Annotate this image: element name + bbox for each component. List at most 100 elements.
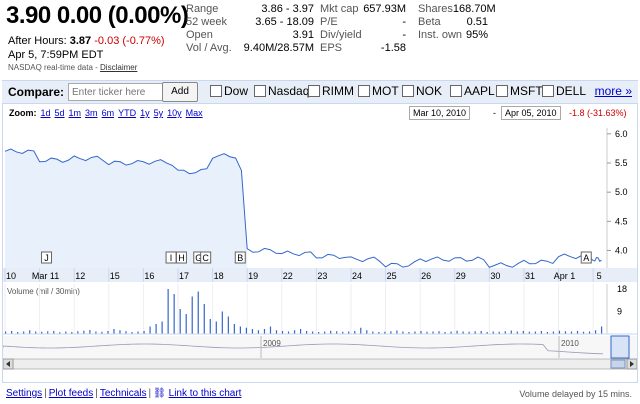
stat-row: Range 3.86 - 3.97 xyxy=(186,3,314,16)
volume-bar xyxy=(293,330,296,334)
x-tick-label: 10 xyxy=(6,271,16,281)
overview-selection-handle[interactable] xyxy=(610,335,630,359)
stat-row: Inst. own 95% xyxy=(418,29,488,42)
x-tick-label: 30 xyxy=(490,271,500,281)
ticker-label: MOT xyxy=(372,84,399,98)
zoom-option[interactable]: 6m xyxy=(102,108,115,118)
stat-label: Vol / Avg. xyxy=(186,42,232,54)
range-to[interactable]: Apr 05, 2010 xyxy=(501,106,561,120)
volume-bar xyxy=(275,330,278,334)
checkbox[interactable] xyxy=(210,85,222,97)
range-from[interactable]: Mar 10, 2010 xyxy=(409,106,471,120)
checkbox[interactable] xyxy=(254,85,266,97)
zoom-option[interactable]: 5d xyxy=(55,108,65,118)
volume-bar xyxy=(257,330,260,334)
x-tick-label: Mar 11 xyxy=(32,271,59,281)
stat-row: EPS -1.58 xyxy=(320,42,406,55)
news-marker[interactable]: A xyxy=(580,251,592,264)
y-tick-label: 5.5 xyxy=(615,158,628,168)
x-tick-label: Apr 1 xyxy=(554,271,576,281)
disclaimer-link[interactable]: Disclaimer xyxy=(100,63,137,72)
stat-label: Shares xyxy=(418,3,453,15)
zoom-option[interactable]: Max xyxy=(186,108,203,118)
volume-bar xyxy=(233,324,235,334)
stat-value: - xyxy=(402,29,406,41)
zoom-option[interactable]: 1m xyxy=(69,108,82,118)
ticker-input[interactable] xyxy=(68,83,164,101)
marker-label: I xyxy=(170,253,173,263)
compare-ticker[interactable]: MSFT xyxy=(496,84,543,98)
checkbox[interactable] xyxy=(308,85,320,97)
x-tick-label: 12 xyxy=(75,271,85,281)
stat-row: P/E - xyxy=(320,16,406,29)
zoom-option[interactable]: 1d xyxy=(41,108,51,118)
x-tick-label: 26 xyxy=(421,271,431,281)
quote-change: 0.00 (0.00%) xyxy=(56,2,189,29)
volume-bar xyxy=(239,326,241,334)
x-tick-label: 15 xyxy=(110,271,120,281)
zoom-option[interactable]: 10y xyxy=(167,108,182,118)
range-dash: - xyxy=(493,108,496,118)
volume-bar xyxy=(215,321,217,334)
checkbox[interactable] xyxy=(450,85,462,97)
stat-row: Div/yield - xyxy=(320,29,406,42)
add-button[interactable]: Add xyxy=(162,82,198,102)
stat-value: 3.91 xyxy=(292,29,314,41)
compare-ticker[interactable]: DELL xyxy=(542,84,586,98)
zoom-bar: Zoom: 1d 5d 1m 3m 6m YTD 1y 5y 10y Max xyxy=(9,108,203,118)
ticker-label: AAPL xyxy=(464,84,495,98)
volume-bar xyxy=(221,311,223,334)
volume-bar xyxy=(185,314,187,334)
footer-links: Settings | Plot feeds | Technicals | ⛓ Link to… xyxy=(6,388,242,399)
settings-link[interactable]: Settings xyxy=(6,388,42,399)
volume-label: Volume (mil / 30min) xyxy=(7,287,80,296)
x-tick-label: 19 xyxy=(248,271,258,281)
volume-bar xyxy=(594,330,597,334)
news-marker[interactable]: H xyxy=(175,251,187,264)
compare-ticker[interactable]: NOK xyxy=(402,84,442,98)
x-tick-label: 23 xyxy=(317,271,327,281)
link-to-chart[interactable]: Link to this chart xyxy=(169,388,242,399)
stat-value: 0.51 xyxy=(466,16,488,28)
news-marker[interactable]: C xyxy=(200,251,212,264)
volume-bar xyxy=(113,329,115,334)
volume-bar xyxy=(161,321,163,334)
price-chart[interactable]: 6.05.55.04.54.0J I H G C B A10 Mar 11 12 15 16 17 18… xyxy=(3,120,637,382)
x-tick-label: 17 xyxy=(179,271,189,281)
compare-ticker[interactable]: MOT xyxy=(358,84,399,98)
checkbox[interactable] xyxy=(542,85,554,97)
stat-value: - xyxy=(402,16,406,28)
zoom-option[interactable]: 1y xyxy=(140,108,150,118)
compare-ticker[interactable]: Dow xyxy=(210,84,248,98)
x-tick-label: 18 xyxy=(214,271,224,281)
checkbox[interactable] xyxy=(496,85,508,97)
news-marker[interactable]: I xyxy=(165,251,177,264)
zoom-option[interactable]: 5y xyxy=(154,108,164,118)
checkbox[interactable] xyxy=(402,85,414,97)
volume-bar xyxy=(119,330,121,334)
scrollbar[interactable] xyxy=(3,358,637,370)
overview-strip[interactable] xyxy=(3,336,637,358)
more-link[interactable]: more » xyxy=(595,84,632,98)
volume-bar xyxy=(227,316,229,334)
checkbox[interactable] xyxy=(358,85,370,97)
volume-bar xyxy=(173,294,175,334)
volume-bar xyxy=(366,330,368,334)
compare-ticker[interactable]: RIMM xyxy=(308,84,354,98)
marker-label: A xyxy=(583,253,589,263)
after-hours: After Hours: 3.87 -0.03 (-0.77%) xyxy=(8,35,165,47)
zoom-option[interactable]: YTD xyxy=(118,108,136,118)
news-marker[interactable]: J xyxy=(41,251,53,264)
marker-label: C xyxy=(202,253,209,263)
compare-ticker[interactable]: Nasdaq xyxy=(254,84,309,98)
nasdaq-note: NASDAQ real-time data - Disclaimer xyxy=(8,63,138,72)
volume-bar xyxy=(396,330,398,334)
x-tick-label: 31 xyxy=(525,271,535,281)
plot-feeds-link[interactable]: Plot feeds xyxy=(49,388,93,399)
stat-label: Open xyxy=(186,29,213,41)
compare-ticker[interactable]: AAPL xyxy=(450,84,495,98)
technicals-link[interactable]: Technicals xyxy=(100,388,147,399)
zoom-option[interactable]: 3m xyxy=(85,108,98,118)
news-marker[interactable]: B xyxy=(234,251,246,264)
scroll-thumb[interactable] xyxy=(610,359,626,369)
